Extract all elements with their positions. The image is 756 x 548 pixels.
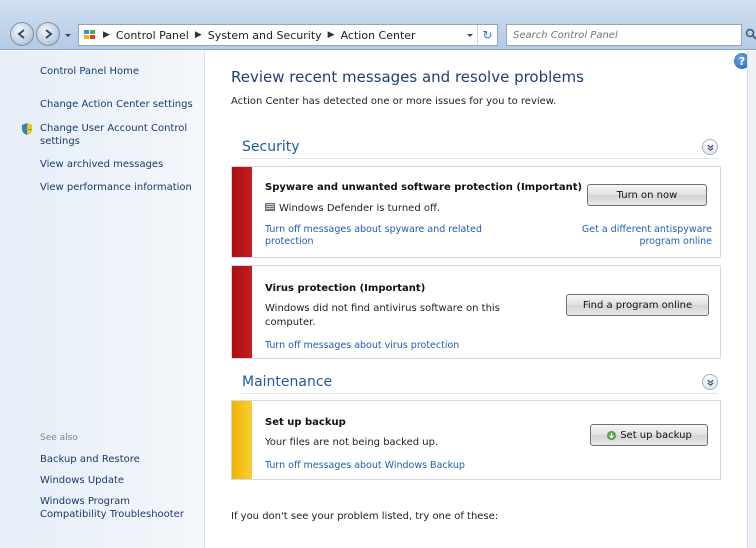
back-arrow-icon (17, 29, 25, 39)
security-section-title[interactable]: Security (242, 139, 300, 155)
search-box[interactable] (506, 24, 756, 46)
change-action-center-settings-link[interactable]: Change Action Center settings (40, 98, 200, 111)
breadcrumb-control-panel[interactable]: Control Panel (116, 29, 189, 42)
get-antispyware-online-link[interactable]: Get a different antispyware program onli… (562, 224, 712, 248)
view-performance-information-link[interactable]: View performance information (40, 181, 192, 194)
turn-off-spyware-messages-link[interactable]: Turn off messages about spyware and rela… (265, 224, 515, 248)
backup-and-restore-link[interactable]: Backup and Restore (40, 453, 140, 466)
maintenance-section-title[interactable]: Maintenance (242, 374, 332, 390)
change-uac-settings-link[interactable]: Change User Account Control settings (40, 122, 200, 148)
window-top-bar: ▶ Control Panel ▶ System and Security ▶ … (0, 0, 756, 50)
breadcrumb-system-and-security[interactable]: System and Security (208, 29, 322, 42)
windows-defender-icon (265, 203, 275, 211)
address-dropdown-icon[interactable] (465, 30, 475, 40)
search-icon[interactable] (745, 28, 756, 40)
control-panel-icon (84, 30, 95, 39)
breadcrumb-separator[interactable]: ▶ (328, 30, 335, 40)
turn-on-now-button[interactable]: Turn on now (587, 184, 707, 206)
windows-update-link[interactable]: Windows Update (40, 474, 124, 487)
security-section-header[interactable]: Security (240, 137, 718, 159)
find-program-online-button[interactable]: Find a program online (566, 294, 709, 316)
warning-severity-bar (232, 401, 252, 479)
footer-text: If you don't see your problem listed, tr… (231, 511, 499, 522)
chevron-collapse-icon[interactable] (702, 374, 718, 390)
breadcrumb-separator[interactable]: ▶ (103, 30, 110, 40)
uac-shield-icon (22, 123, 32, 135)
set-up-backup-label: Set up backup (620, 429, 692, 441)
critical-severity-bar (232, 167, 252, 257)
backup-icon (607, 430, 617, 440)
alert-description-text: Windows Defender is turned off. (279, 203, 441, 214)
left-navigation-pane: Control Panel Home Change Action Center … (0, 51, 205, 548)
search-input[interactable] (513, 29, 713, 41)
backup-alert: Set up backup Your files are not being b… (231, 400, 721, 480)
page-title: Review recent messages and resolve probl… (231, 68, 584, 86)
alert-title: Spyware and unwanted software protection… (265, 182, 583, 193)
alert-title: Set up backup (265, 417, 346, 428)
alert-description: Your files are not being backed up. (265, 437, 439, 448)
back-button[interactable] (10, 22, 34, 46)
turn-off-backup-messages-link[interactable]: Turn off messages about Windows Backup (265, 460, 465, 472)
chevron-collapse-icon[interactable] (702, 139, 718, 155)
turn-off-virus-messages-link[interactable]: Turn off messages about virus protection (265, 340, 459, 352)
alert-description: Windows Defender is turned off. (265, 202, 440, 216)
forward-arrow-icon (45, 29, 53, 39)
alert-description: Windows did not find antivirus software … (265, 303, 500, 328)
recent-pages-dropdown-icon[interactable] (63, 30, 73, 40)
control-panel-home-link[interactable]: Control Panel Home (40, 65, 139, 78)
set-up-backup-button[interactable]: Set up backup (590, 424, 708, 446)
view-archived-messages-link[interactable]: View archived messages (40, 158, 163, 171)
virus-alert: Virus protection (Important) Windows did… (231, 265, 721, 359)
critical-severity-bar (232, 266, 252, 358)
forward-button[interactable] (36, 22, 60, 46)
compatibility-troubleshooter-link[interactable]: Windows Program Compatibility Troublesho… (40, 495, 190, 521)
breadcrumb-separator[interactable]: ▶ (195, 30, 202, 40)
maintenance-section-header[interactable]: Maintenance (240, 372, 718, 394)
alert-title: Virus protection (Important) (265, 283, 426, 294)
see-also-label: See also (40, 433, 78, 443)
page-subtitle: Action Center has detected one or more i… (231, 96, 557, 107)
spyware-alert: Spyware and unwanted software protection… (231, 166, 721, 258)
address-bar[interactable]: ▶ Control Panel ▶ System and Security ▶ … (78, 24, 498, 46)
breadcrumb-action-center[interactable]: Action Center (341, 29, 416, 42)
refresh-icon[interactable]: ↻ (477, 25, 497, 45)
vertical-scrollbar[interactable] (747, 51, 756, 548)
